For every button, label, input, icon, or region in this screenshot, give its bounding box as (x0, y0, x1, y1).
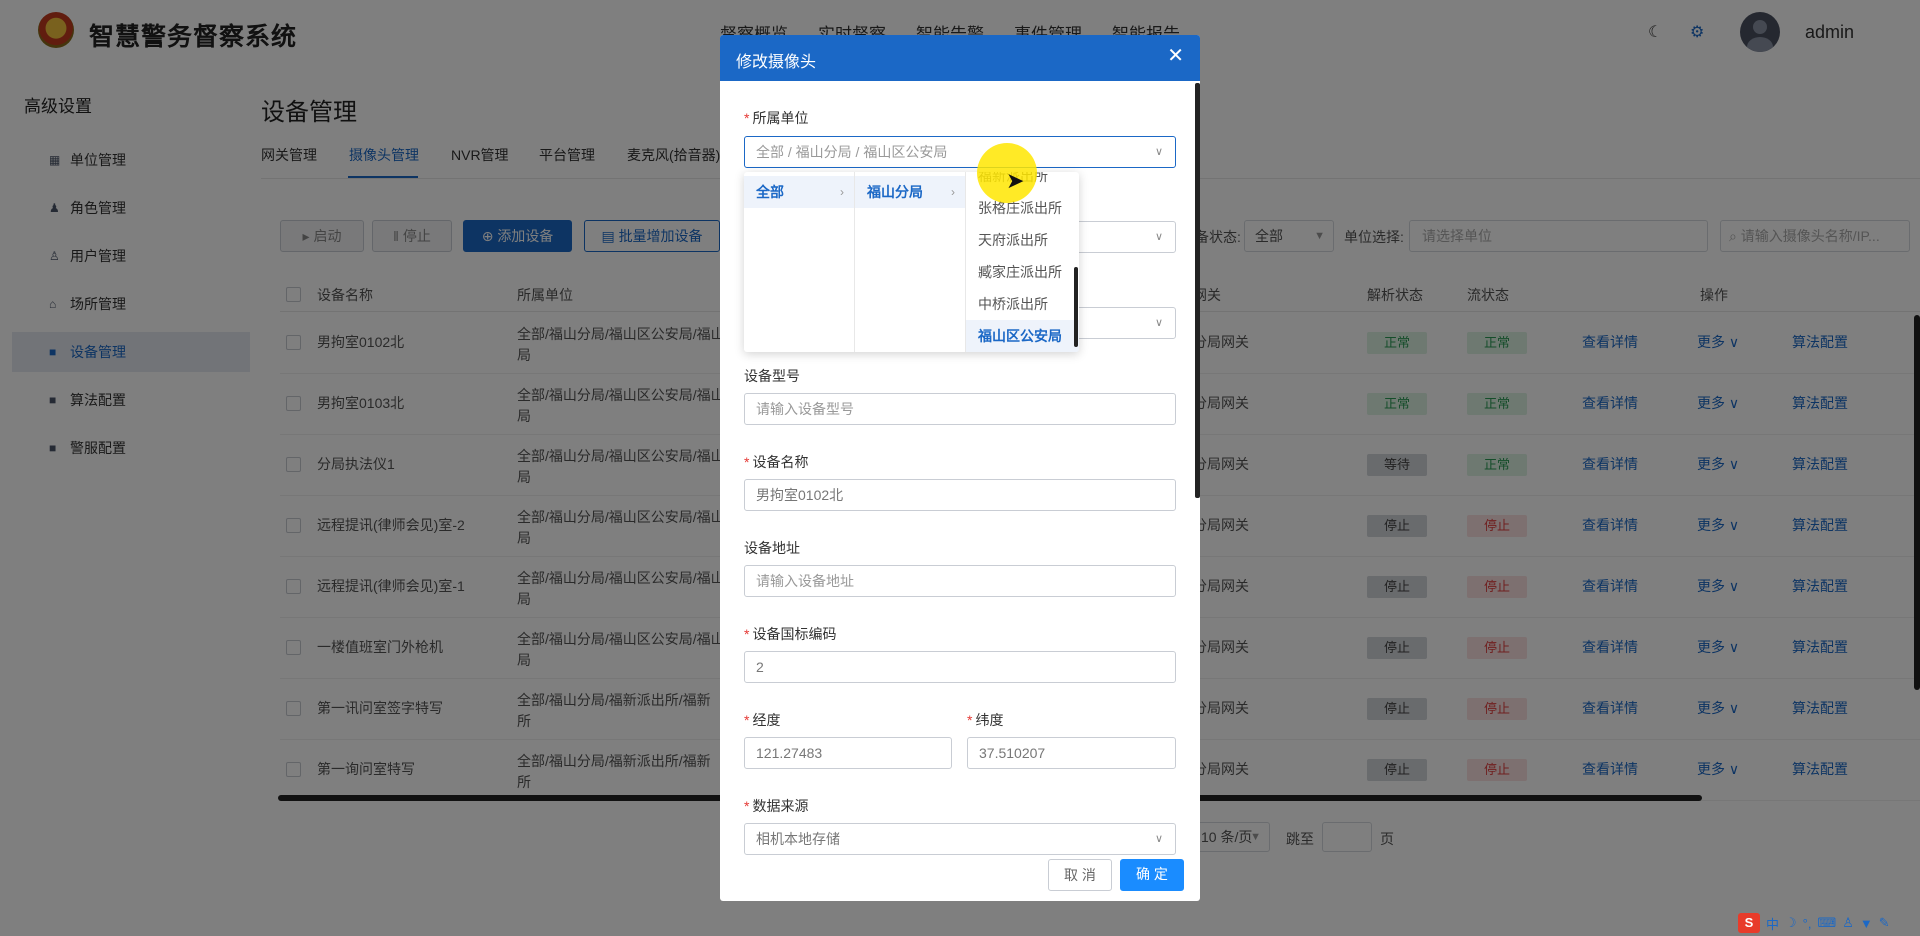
address-input[interactable]: 请输入设备地址 (744, 565, 1176, 597)
address-placeholder: 请输入设备地址 (756, 573, 854, 589)
chevron-down-icon: ∨ (1154, 146, 1163, 158)
model-field-label: 设备型号 (744, 368, 800, 384)
moon-icon[interactable]: ☽ (1785, 915, 1797, 931)
ime-tray: S 中 ☽ °, ⌨ ♙ ▼ ✎ (1738, 912, 1890, 934)
data-source-select[interactable]: 相机本地存储 ∨ (744, 823, 1176, 855)
unit-field-label: * 所属单位 (744, 108, 808, 128)
chevron-down-icon: ∨ (1154, 833, 1163, 845)
cascader-option[interactable]: 天府派出所 (966, 224, 1079, 256)
longitude-field-label: * 经度 (744, 710, 780, 730)
cascader-option[interactable]: 福山分局 › (855, 176, 965, 208)
cascader-option[interactable]: 中桥派出所 (966, 288, 1079, 320)
mouse-pointer-icon: ➤ (1006, 168, 1025, 193)
name-label-text: 设备名称 (752, 454, 809, 470)
cascader-column-1: 全部 › (744, 172, 855, 352)
chevron-right-icon: › (951, 185, 955, 199)
unit-cascader-value: 全部 / 福山分局 / 福山区公安局 (756, 144, 948, 160)
close-icon[interactable]: ✕ (1167, 46, 1184, 66)
cascader-option[interactable]: 全部 › (744, 176, 854, 208)
gb-code-label-text: 设备国标编码 (752, 626, 837, 642)
longitude-label-text: 经度 (752, 712, 781, 728)
dialog-title: 修改摄像头 (736, 54, 817, 71)
source-label-text: 数据来源 (752, 798, 809, 814)
ime-language[interactable]: 中 (1766, 914, 1779, 933)
address-field-label: 设备地址 (744, 540, 800, 556)
chevron-down-icon: ∨ (1154, 231, 1163, 243)
chevron-right-icon: › (840, 185, 844, 199)
cascader-option-label: 全部 (756, 184, 784, 200)
required-mark: * (744, 798, 750, 814)
required-mark: * (744, 110, 750, 126)
dialog-header: 修改摄像头 ✕ (720, 35, 1200, 81)
longitude-input[interactable]: 121.27483 (744, 737, 952, 769)
keyboard-icon[interactable]: ⌨ (1817, 915, 1836, 931)
latitude-input[interactable]: 37.510207 (967, 737, 1176, 769)
cascader-column-2: 福山分局 › (855, 172, 966, 352)
latitude-value: 37.510207 (979, 745, 1046, 761)
cascader-scrollbar[interactable] (1074, 267, 1078, 347)
latitude-label-text: 纬度 (975, 712, 1004, 728)
unit-cascader-input[interactable]: 全部 / 福山分局 / 福山区公安局 ∨ (744, 136, 1176, 168)
model-placeholder: 请输入设备型号 (756, 401, 854, 417)
source-field-label: * 数据来源 (744, 796, 808, 816)
required-mark: * (744, 626, 750, 642)
name-field-label: * 设备名称 (744, 452, 808, 472)
shirt-icon[interactable]: ▼ (1860, 916, 1873, 931)
required-mark: * (744, 454, 750, 470)
user-icon[interactable]: ♙ (1842, 915, 1854, 931)
unit-label-text: 所属单位 (752, 110, 809, 126)
longitude-value: 121.27483 (756, 745, 823, 761)
latitude-field-label: * 纬度 (967, 710, 1003, 730)
wrench-icon[interactable]: ✎ (1879, 915, 1890, 931)
confirm-button[interactable]: 确 定 (1120, 859, 1184, 891)
unit-cascader-dropdown: 全部 › 福山分局 › 福新派出所 张格庄派出所 天府派出所 臧家庄派出所 中桥派出… (744, 172, 1079, 352)
device-name-input[interactable]: 男拘室0102北 (744, 479, 1176, 511)
cascader-option[interactable]: 臧家庄派出所 (966, 256, 1079, 288)
gb-code-input[interactable]: 2 (744, 651, 1176, 683)
sogou-icon[interactable]: S (1738, 913, 1760, 933)
required-mark: * (967, 712, 973, 728)
gb-code-field-label: * 设备国标编码 (744, 624, 836, 644)
dialog-scrollbar[interactable] (1195, 83, 1200, 498)
cascader-column-3: 福新派出所 张格庄派出所 天府派出所 臧家庄派出所 中桥派出所 福山区公安局 (966, 172, 1079, 352)
required-mark: * (744, 712, 750, 728)
ime-punctuation[interactable]: °, (1803, 916, 1812, 931)
data-source-value: 相机本地存储 (756, 831, 840, 847)
edit-camera-dialog: 修改摄像头 ✕ * 所属单位 全部 / 福山分局 / 福山区公安局 ∨ ∨ ∨ 设备… (720, 35, 1200, 901)
cascader-option[interactable]: 福山区公安局 (966, 320, 1079, 352)
cancel-button[interactable]: 取 消 (1048, 859, 1112, 891)
device-name-value: 男拘室0102北 (756, 487, 844, 503)
chevron-down-icon: ∨ (1154, 317, 1163, 329)
gb-code-value: 2 (756, 659, 764, 675)
model-input[interactable]: 请输入设备型号 (744, 393, 1176, 425)
cascader-option-label: 福山分局 (867, 184, 923, 200)
